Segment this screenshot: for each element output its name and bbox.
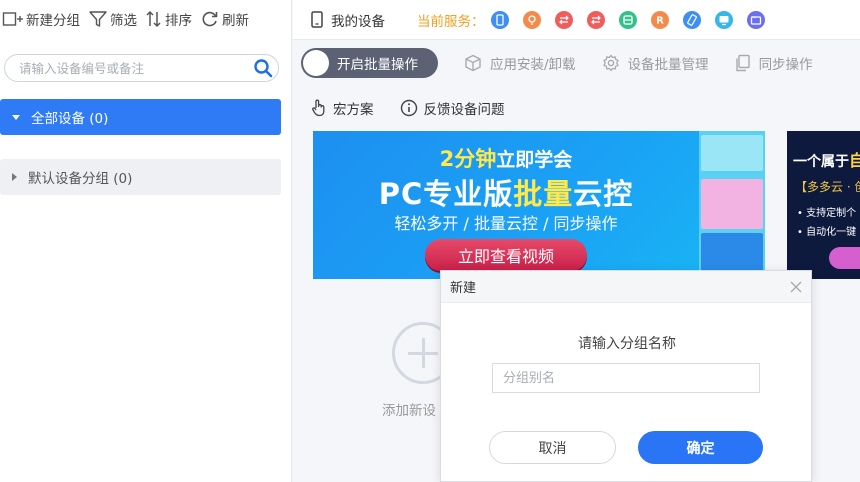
new-group-button[interactable]: 新建分组 xyxy=(2,9,80,29)
group-item-default[interactable]: 默认设备分组 (0) xyxy=(0,159,281,195)
cancel-button[interactable]: 取消 xyxy=(489,431,616,464)
sort-icon xyxy=(146,10,161,28)
left-toolbar: 新建分组 筛选 排序 刷新 xyxy=(0,0,292,38)
screen-icon[interactable] xyxy=(714,10,733,29)
app-install-button[interactable]: 应用安装/卸载 xyxy=(464,53,576,73)
my-devices-tab[interactable]: 我的设备 xyxy=(311,10,385,30)
filter-icon xyxy=(89,11,107,27)
batch-manage-label: 设备批量管理 xyxy=(627,57,709,73)
refresh-icon xyxy=(202,11,218,27)
banner-headline-rest: 立即学会 xyxy=(496,149,573,171)
group-label: 默认设备分组 (0) xyxy=(28,171,133,187)
search-icon[interactable] xyxy=(248,58,278,78)
rotate-icon[interactable] xyxy=(682,10,701,29)
thumbnail-image xyxy=(701,233,763,275)
promo-banner-secondary[interactable]: 一个属于自 【多多云 · 创 • 支持定制个 • 自动化一键 xyxy=(787,131,860,279)
dialog-prompt: 请输入分组名称 xyxy=(578,336,676,352)
filter-label: 筛选 xyxy=(110,13,137,29)
caret-down-icon xyxy=(12,114,20,120)
banner-title-part-a: PC专业版 xyxy=(378,177,514,211)
watch-video-button[interactable]: 立即查看视频 xyxy=(425,239,587,271)
info-icon xyxy=(400,99,417,117)
phone-icon xyxy=(311,11,323,28)
device-search-box xyxy=(4,54,279,82)
app-install-label: 应用安装/卸载 xyxy=(490,57,576,73)
banner-headline: 2分钟立即学会 xyxy=(313,143,699,173)
service-icons: R xyxy=(490,10,765,29)
sync-operation-button[interactable]: 同步操作 xyxy=(735,53,813,73)
batch-operation-label: 开启批量操作 xyxy=(337,57,418,73)
banner-thumbnails xyxy=(699,131,765,279)
device-search-input[interactable] xyxy=(19,60,248,76)
banner-subtitle: 轻松多开 / 批量云控 / 同步操作 xyxy=(394,214,618,233)
filter-button[interactable]: 筛选 xyxy=(88,9,137,29)
group-label: 全部设备 (0) xyxy=(31,111,109,127)
svg-text:R: R xyxy=(656,15,664,26)
banner2-bullet: • 支持定制个 xyxy=(797,208,857,219)
caret-right-icon xyxy=(12,173,17,181)
copy-icon xyxy=(735,54,750,72)
cube-icon xyxy=(465,54,481,72)
banner2-title-accent: 自 xyxy=(849,151,860,170)
banner-title: PC专业版批量云控 xyxy=(313,171,699,213)
banner2-bullet: • 自动化一键 xyxy=(797,227,857,238)
banner-headline-accent: 2分钟 xyxy=(439,147,497,171)
refresh-button[interactable]: 刷新 xyxy=(200,9,249,29)
macro-plan-label: 宏方案 xyxy=(333,102,374,118)
dialog-header: 新建 xyxy=(441,271,811,303)
banner2-cta-button[interactable] xyxy=(829,247,860,269)
app-icon[interactable] xyxy=(618,10,637,29)
close-icon[interactable] xyxy=(789,280,803,294)
promo-banner-batch-control[interactable]: 2分钟立即学会 PC专业版批量云控 轻松多开 / 批量云控 / 同步操作 立即查… xyxy=(313,131,765,279)
banner2-title: 一个属于自 xyxy=(793,147,860,171)
current-service-label: 当前服务： xyxy=(417,13,485,30)
toggle-knob xyxy=(303,50,329,76)
sync-operation-label: 同步操作 xyxy=(758,57,813,73)
phone-icon[interactable] xyxy=(490,10,509,29)
macro-plan-link[interactable]: 宏方案 xyxy=(311,98,374,118)
batch-manage-button[interactable]: 设备批量管理 xyxy=(602,53,709,73)
group-item-all-devices[interactable]: 全部设备 (0) xyxy=(0,99,281,135)
sort-button[interactable]: 排序 xyxy=(145,9,192,29)
new-group-label: 新建分组 xyxy=(26,13,80,29)
new-group-icon xyxy=(2,12,23,26)
confirm-button[interactable]: 确定 xyxy=(638,431,763,464)
thumbnail-image xyxy=(701,179,763,229)
hand-pointer-icon xyxy=(312,99,325,117)
exchange-icon[interactable] xyxy=(586,10,605,29)
link-bar: 宏方案 反馈设备问题 xyxy=(293,94,860,122)
dialog-title: 新建 xyxy=(450,281,477,296)
batch-operation-toggle[interactable]: 开启批量操作 xyxy=(301,48,438,78)
banner2-subtitle: 【多多云 · 创 xyxy=(795,180,860,194)
gear-icon xyxy=(602,54,619,72)
banner-title-part-b: 云控 xyxy=(573,177,634,211)
banner2-title-part-a: 一个属于 xyxy=(793,154,849,170)
location-icon[interactable] xyxy=(522,10,541,29)
feedback-link[interactable]: 反馈设备问题 xyxy=(400,98,505,118)
transfer-icon[interactable] xyxy=(554,10,573,29)
group-name-input[interactable] xyxy=(492,363,760,393)
feedback-label: 反馈设备问题 xyxy=(423,102,505,118)
sort-label: 排序 xyxy=(165,13,192,29)
root-icon[interactable]: R xyxy=(650,10,669,29)
refresh-label: 刷新 xyxy=(222,13,249,29)
action-bar: 开启批量操作 应用安装/卸载 设备批量管理 同步操作 xyxy=(293,41,860,85)
thumbnail-image xyxy=(701,135,763,171)
folder-icon[interactable] xyxy=(746,10,765,29)
top-bar: 我的设备 当前服务： R xyxy=(293,0,860,40)
banner-title-accent: 批量 xyxy=(513,177,574,211)
left-sidebar: 新建分组 筛选 排序 刷新 请输入设备编号或备注 全部设备 (0) 默认设备分组… xyxy=(0,0,292,482)
new-group-dialog: 新建 请输入分组名称 取消 确定 xyxy=(440,270,812,482)
my-devices-label: 我的设备 xyxy=(331,13,385,30)
